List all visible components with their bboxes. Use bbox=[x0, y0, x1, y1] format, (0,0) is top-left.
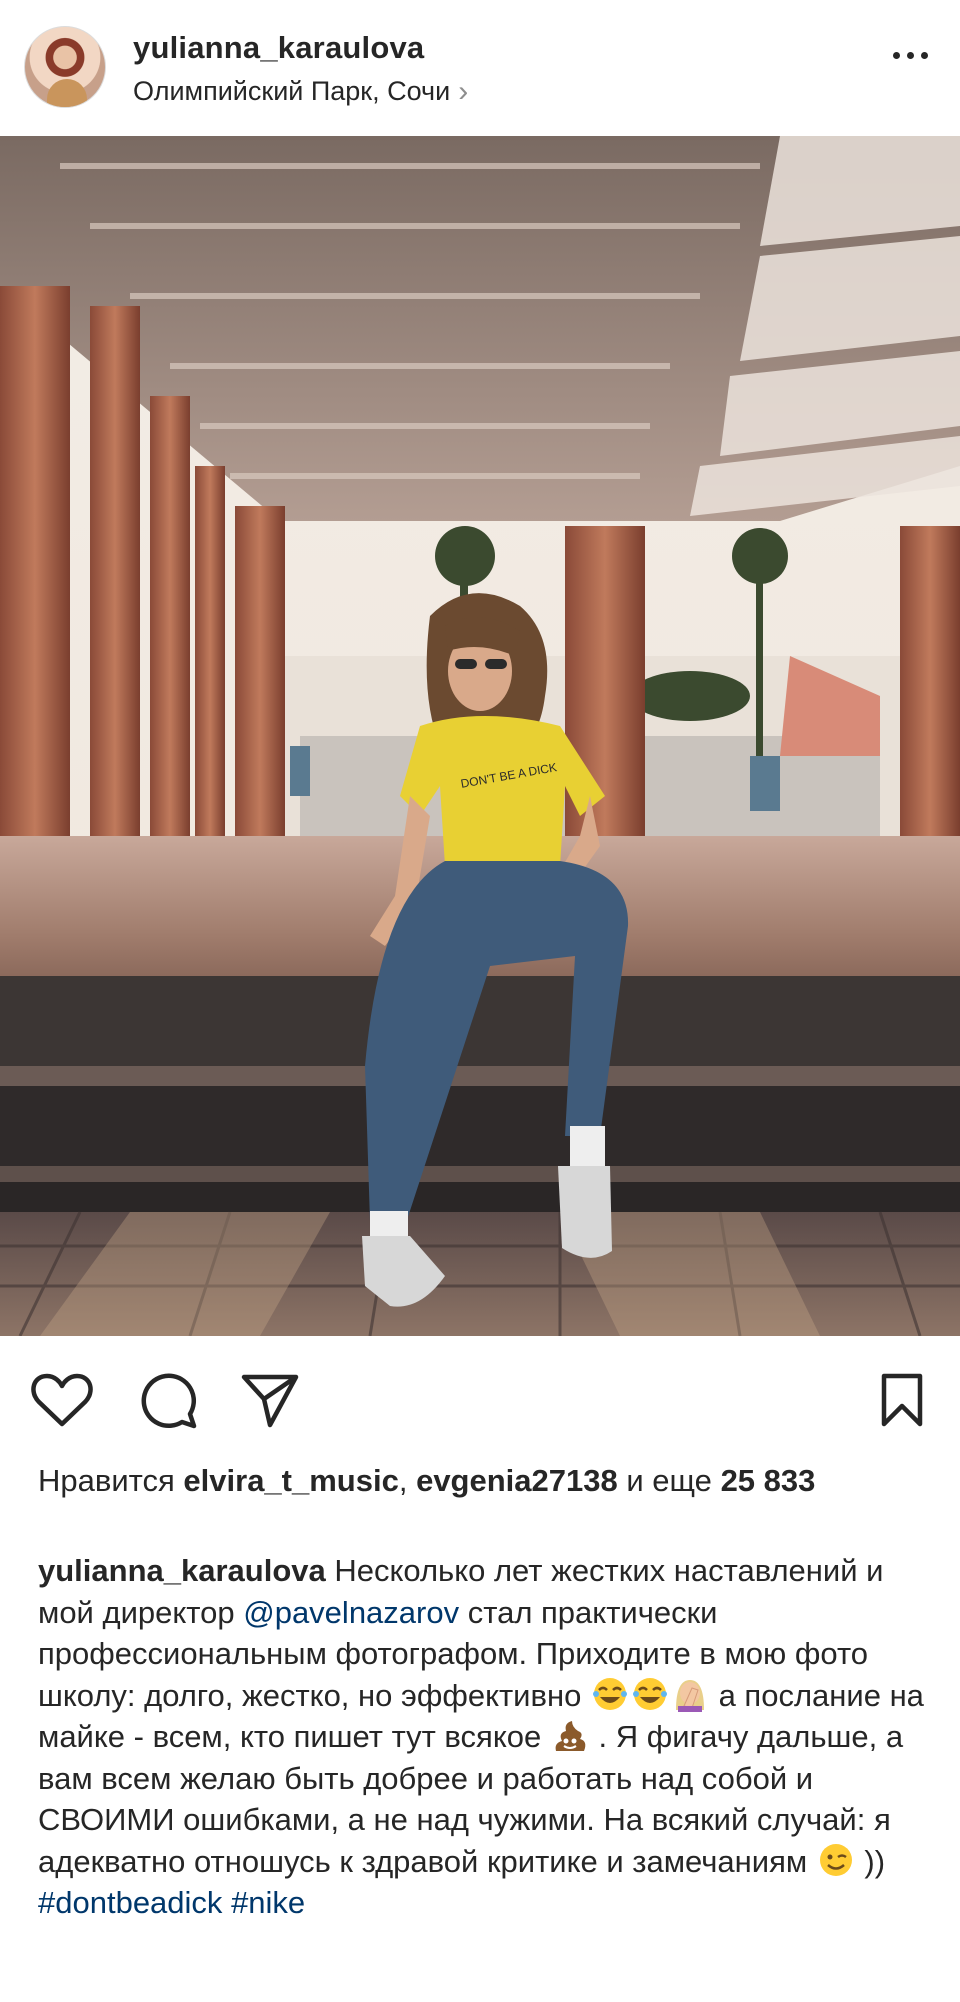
mention-link[interactable]: @pavelnazarov bbox=[243, 1595, 459, 1630]
post-caption: yulianna_karaulova Несколько лет жестких… bbox=[38, 1553, 924, 1920]
likes-line: Нравится elvira_t_music, evgenia27138 и … bbox=[38, 1463, 816, 1498]
heart-icon[interactable] bbox=[30, 1368, 94, 1432]
chevron-right-icon: › bbox=[458, 74, 469, 108]
hashtag-link[interactable]: #nike bbox=[231, 1885, 305, 1920]
hashtag-link[interactable]: #dontbeadick bbox=[38, 1885, 222, 1920]
action-bar bbox=[0, 1336, 960, 1460]
post-header: yulianna_karaulova Олимпийский Парк, Соч… bbox=[0, 0, 960, 136]
bookmark-icon[interactable] bbox=[870, 1368, 934, 1432]
facepalm-emoji-icon bbox=[675, 1679, 704, 1712]
avatar[interactable] bbox=[24, 26, 106, 108]
like-user-1[interactable]: elvira_t_music bbox=[183, 1463, 398, 1498]
location-label[interactable]: Олимпийский Парк, Сочи bbox=[133, 76, 450, 107]
share-icon[interactable] bbox=[238, 1368, 302, 1432]
caption-username[interactable]: yulianna_karaulova bbox=[38, 1553, 326, 1588]
laughing-emoji-icon bbox=[592, 1677, 627, 1710]
post-location[interactable]: Олимпийский Парк, Сочи › bbox=[133, 76, 468, 107]
laughing-emoji-icon bbox=[632, 1677, 667, 1710]
post-username[interactable]: yulianna_karaulova bbox=[133, 30, 424, 66]
comment-icon[interactable] bbox=[136, 1368, 200, 1432]
winking-emoji-icon bbox=[819, 1843, 852, 1876]
more-options-icon[interactable] bbox=[893, 52, 928, 59]
poop-emoji-icon bbox=[555, 1721, 586, 1751]
like-user-2[interactable]: evgenia27138 bbox=[416, 1463, 618, 1498]
post-photo[interactable]: DON'T BE A DICK bbox=[0, 136, 960, 1336]
likes-prefix: Нравится bbox=[38, 1463, 175, 1498]
likes-and-more: и еще bbox=[626, 1463, 712, 1498]
likes-count[interactable]: 25 833 bbox=[721, 1463, 816, 1498]
